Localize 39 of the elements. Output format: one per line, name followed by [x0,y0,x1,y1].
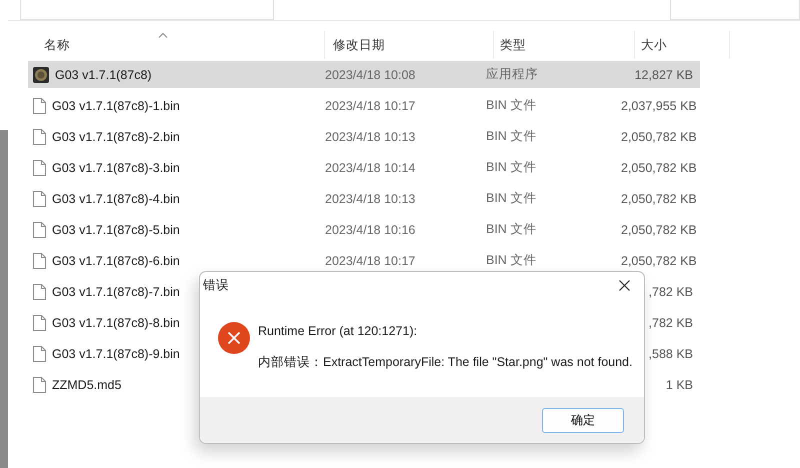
file-type: BIN 文件 [486,160,536,174]
file-type: 应用程序 [486,67,538,81]
file-name: G03 v1.7.1(87c8)-9.bin [52,346,180,360]
file-name: G03 v1.7.1(87c8)-7.bin [52,284,180,298]
modified-date: 2023/4/18 10:13 [325,192,416,206]
file-size: 12,827 KB [634,68,693,82]
file-size: 2,037,955 KB [621,98,697,112]
file-name: G03 v1.7.1(87c8)-4.bin [52,192,180,206]
file-size: 1 KB [666,378,693,392]
file-name: G03 v1.7.1(87c8)-3.bin [52,160,180,174]
modified-date: 2023/4/18 10:13 [325,130,416,144]
file-size: ,782 KB [648,284,693,298]
file-size: ,588 KB [648,346,693,360]
file-name: G03 v1.7.1(87c8)-8.bin [52,316,180,330]
modified-date: 2023/4/18 10:14 [325,160,416,174]
file-type: BIN 文件 [486,253,536,267]
file-type: BIN 文件 [486,222,536,236]
modified-date: 2023/4/18 10:08 [325,68,416,82]
error-message: 内部错误：ExtractTemporaryFile: The file "Star.png" was not found. [258,354,632,371]
error-heading: Runtime Error (at 120:1271): [258,324,418,338]
file-type: BIN 文件 [486,129,536,143]
file-size: 2,050,782 KB [621,254,697,268]
file-name: G03 v1.7.1(87c8)-6.bin [52,254,180,268]
file-name: G03 v1.7.1(87c8)-2.bin [52,130,180,144]
file-size: 2,050,782 KB [621,160,697,174]
dialog-title: 错误 [203,276,229,294]
file-type: BIN 文件 [486,98,536,112]
file-name: G03 v1.7.1(87c8) [55,68,152,82]
file-name: ZZMD5.md5 [52,378,122,392]
file-size: 2,050,782 KB [621,222,697,236]
file-size: ,782 KB [648,316,693,330]
file-type: BIN 文件 [486,191,536,205]
modified-date: 2023/4/18 10:16 [325,222,416,236]
modified-date: 2023/4/18 10:17 [325,254,416,268]
file-size: 2,050,782 KB [621,192,697,206]
file-name: G03 v1.7.1(87c8)-1.bin [52,98,180,112]
file-size: 2,050,782 KB [621,130,697,144]
file-name: G03 v1.7.1(87c8)-5.bin [52,222,180,236]
modified-date: 2023/4/18 10:17 [325,98,416,112]
